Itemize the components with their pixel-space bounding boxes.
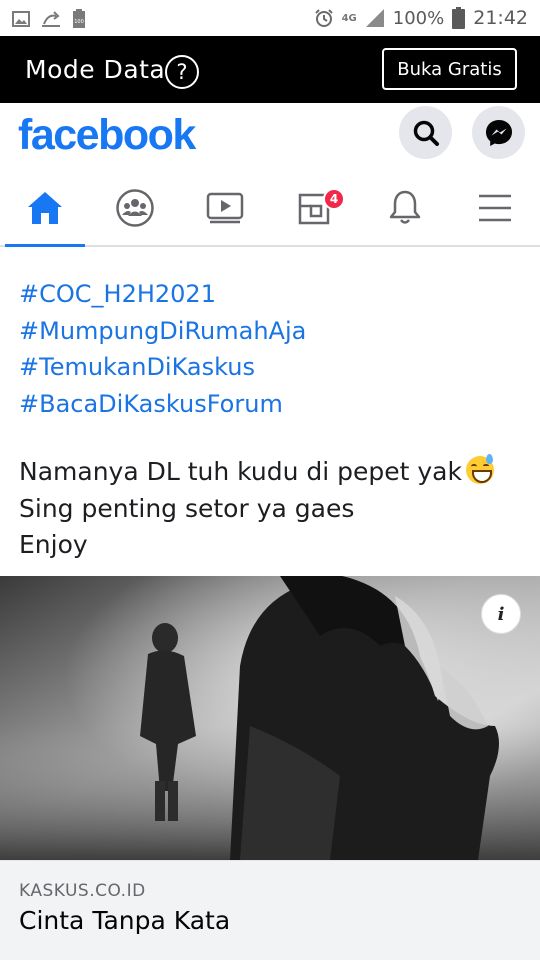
battery-percent: 100% [392,7,445,29]
active-tab-indicator [5,244,85,247]
post-line-text: Namanya DL tuh kudu di pepet yak [19,457,462,486]
post-hashtags: #COC_H2H2021 #MumpungDiRumahAja #Temukan… [19,276,306,422]
messenger-button[interactable] [472,106,525,159]
notification-badge: 4 [323,188,345,210]
grinning-sweat-emoji [465,454,494,484]
tab-pages[interactable]: 4 [275,169,355,247]
tab-menu[interactable] [455,169,535,247]
svg-text:100: 100 [74,19,84,25]
battery-full-icon: 100 [73,9,85,28]
tab-groups[interactable] [95,169,175,247]
alarm-icon [314,9,333,27]
network-type: 4G [341,12,357,24]
photo-illustration [0,576,540,860]
hashtag-link[interactable]: #COC_H2H2021 [19,276,306,313]
data-mode-title: Mode Data [25,55,166,84]
hashtag-link[interactable]: #BacaDiKaskusForum [19,386,306,423]
free-mode-button[interactable]: Buka Gratis [382,48,517,90]
hashtag-link[interactable]: #TemukanDiKaskus [19,349,306,386]
clock: 21:42 [473,7,528,29]
groups-icon [116,189,154,227]
data-mode-banner: Mode Data ? Buka Gratis [0,36,540,103]
hashtag-link[interactable]: #MumpungDiRumahAja [19,313,306,350]
search-button[interactable] [399,106,452,159]
menu-icon [479,194,511,222]
main-navigation: 4 [0,169,540,247]
facebook-logo[interactable]: facebook [18,111,196,160]
post-text: Namanya DL tuh kudu di pepet yak Sing pe… [19,454,494,564]
data-transfer-icon [42,11,60,27]
link-domain: KASKUS.CO.ID [19,881,146,901]
search-icon [413,120,439,146]
link-preview-image[interactable] [0,576,540,860]
watch-icon [206,192,244,224]
link-title: Cinta Tanpa Kata [19,906,231,935]
info-button[interactable]: i [481,594,521,634]
help-icon[interactable]: ? [165,55,199,89]
status-system: 4G 100% 21:42 [314,7,528,29]
tab-watch[interactable] [185,169,265,247]
post-line: Enjoy [19,530,88,559]
status-notifications: 100 [12,9,86,29]
bell-icon [389,190,421,224]
post-line: Sing penting setor ya gaes [19,493,355,523]
post-line: Namanya DL tuh kudu di pepet yak [19,454,494,491]
gallery-icon [12,11,30,27]
tab-home[interactable] [5,169,85,247]
messenger-icon [485,119,512,146]
status-bar: 100 4G 100% 21:42 [0,0,540,36]
link-preview-card[interactable]: KASKUS.CO.ID Cinta Tanpa Kata [0,860,540,960]
facebook-header: facebook [0,103,540,169]
tab-notifications[interactable] [365,169,445,247]
battery-icon [452,7,466,29]
signal-icon [365,9,384,27]
home-icon [28,192,62,224]
